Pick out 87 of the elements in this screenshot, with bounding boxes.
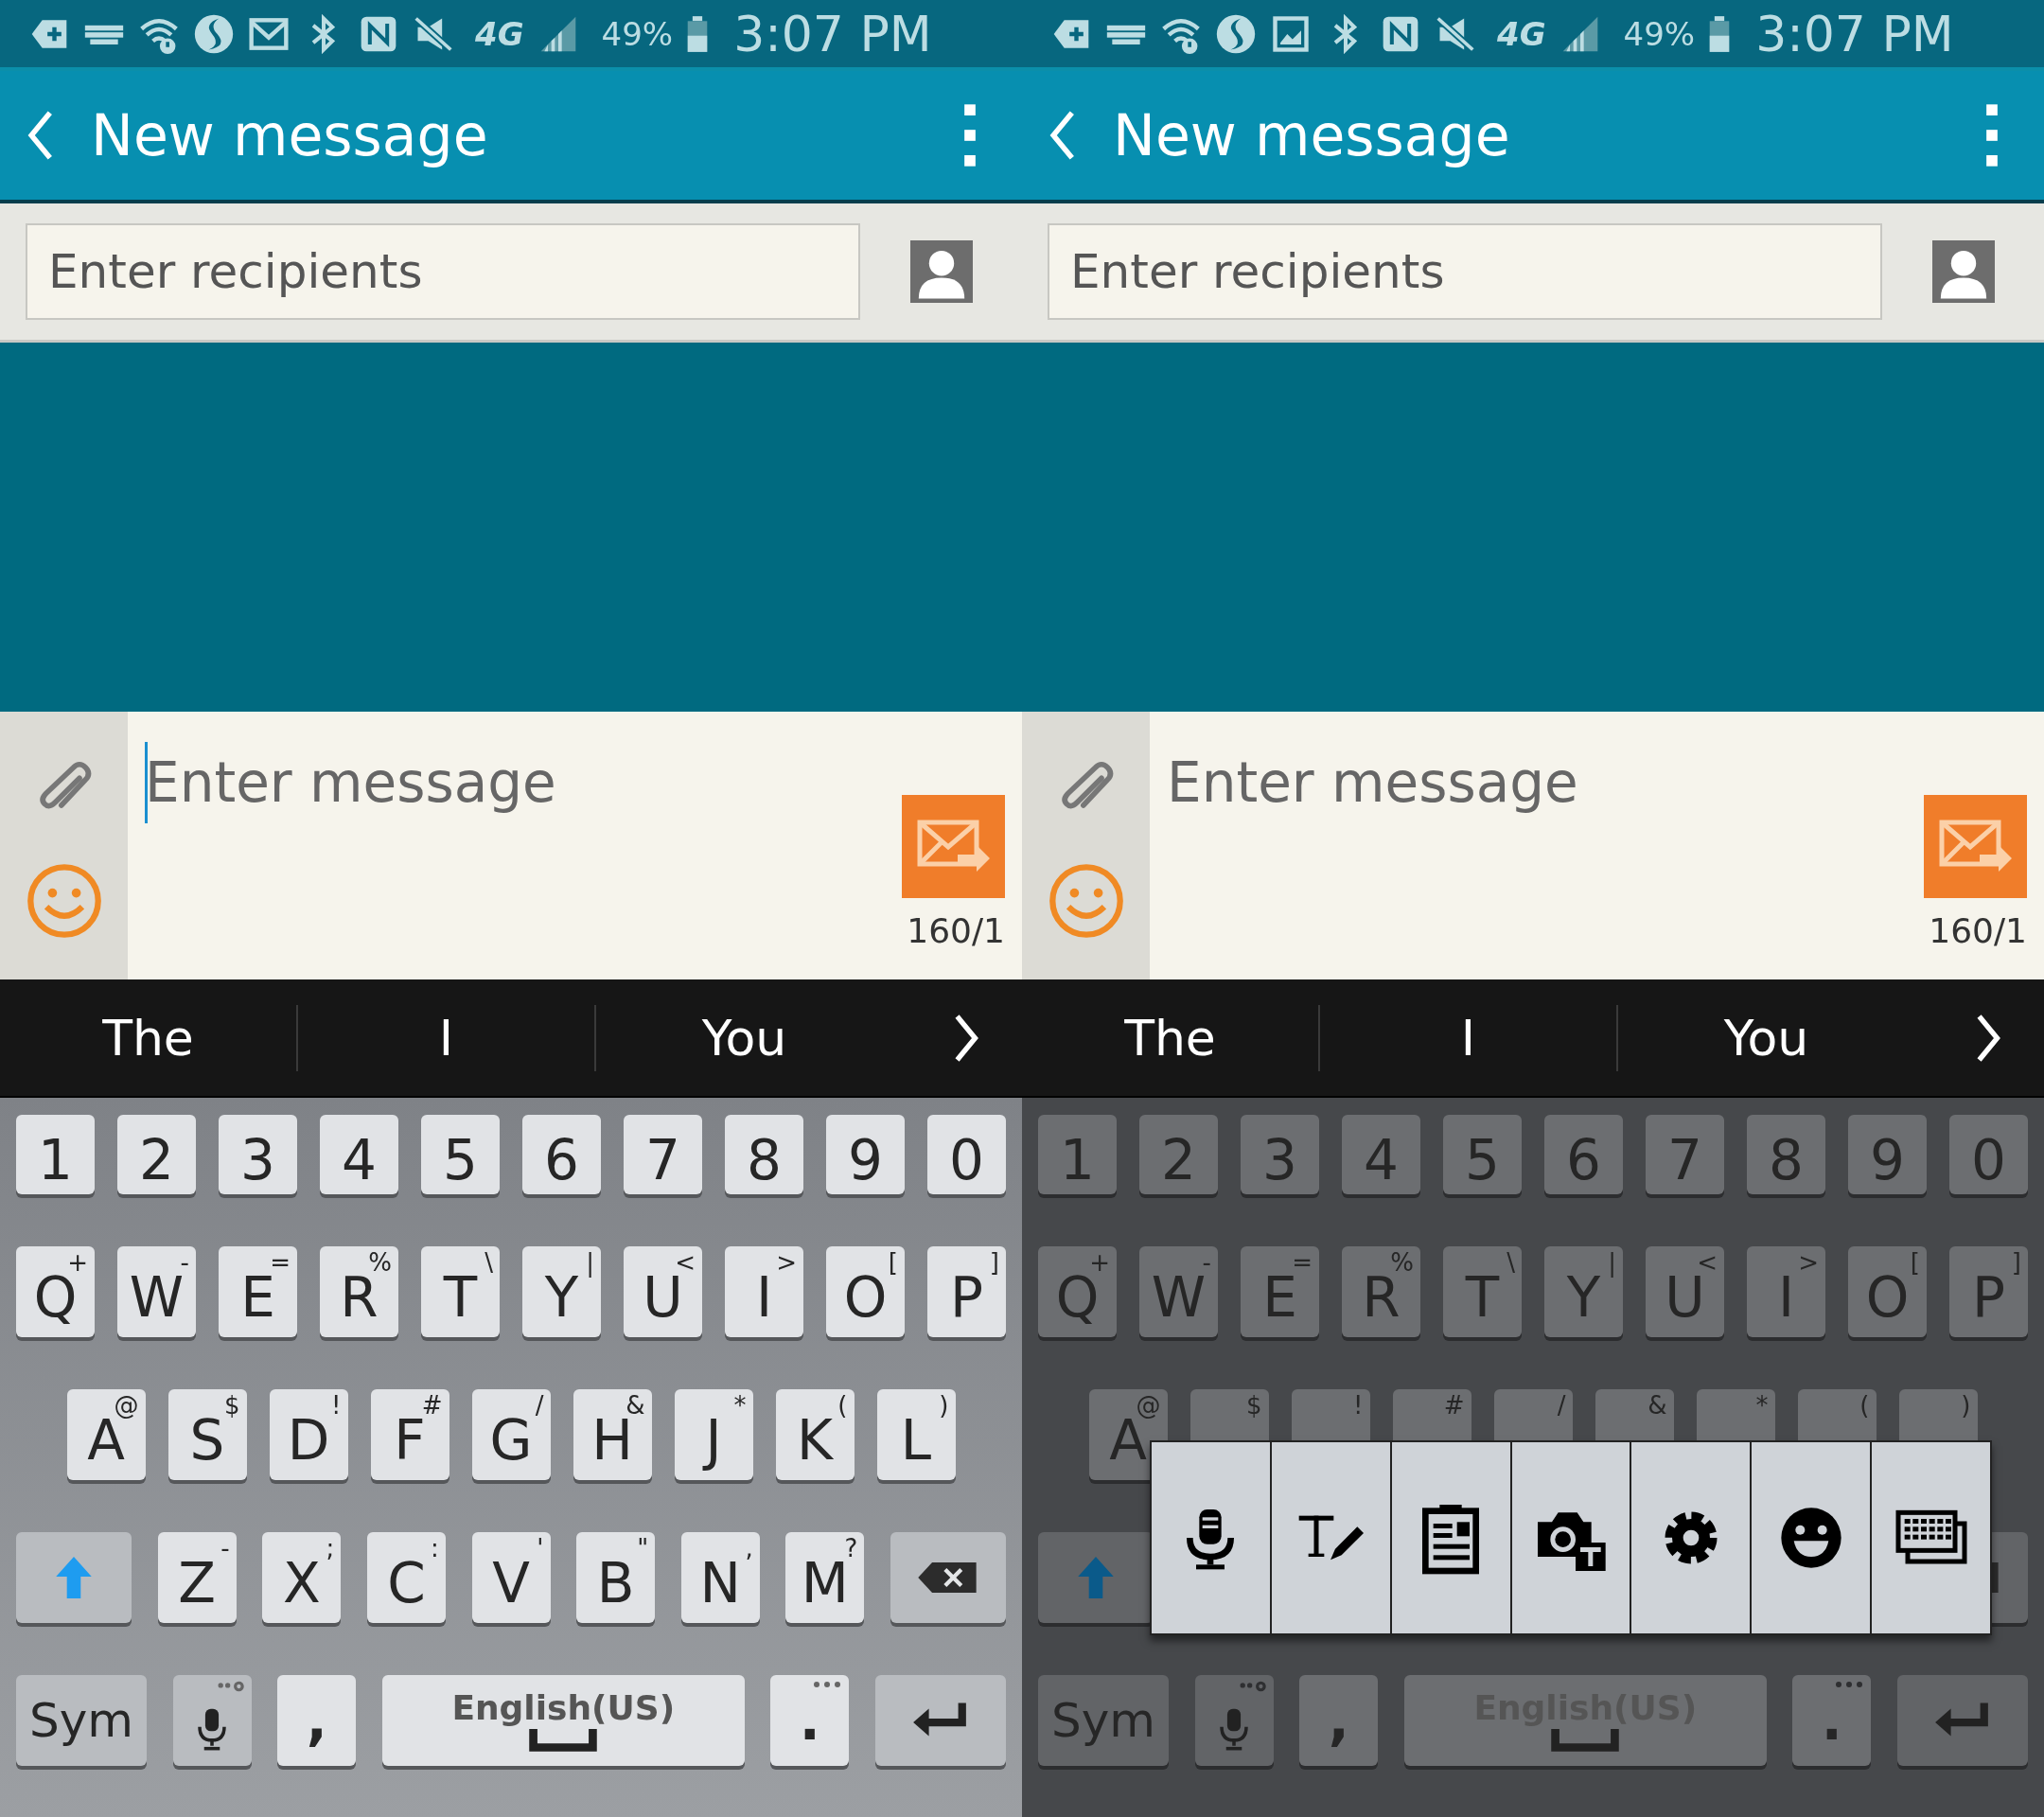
key-symbol: ! (331, 1391, 342, 1420)
s-logo-icon (193, 12, 235, 55)
clock: 3:07 PM (733, 5, 932, 62)
key-symbol: - (220, 1534, 230, 1562)
key-symbol: \ (1507, 1248, 1515, 1277)
suggestion[interactable]: The (1022, 979, 1318, 1096)
key-symbol: > (776, 1248, 797, 1277)
battery-icon (1708, 13, 1732, 54)
key-symbol: $ (1245, 1391, 1262, 1420)
key-symbol: / (1557, 1391, 1566, 1420)
key-symbol: < (675, 1248, 696, 1277)
overflow-menu-icon[interactable] (1985, 103, 1999, 168)
menu-option[interactable] (1269, 1442, 1390, 1633)
key-symbol: & (1648, 1391, 1667, 1420)
key-symbol: > (1798, 1248, 1819, 1277)
dots-icon (813, 1681, 842, 1688)
back-icon[interactable] (26, 109, 55, 162)
s-logo-icon (1215, 12, 1257, 55)
key-symbol: = (270, 1248, 291, 1277)
key-symbol: / (535, 1391, 544, 1420)
key-symbol: ] (989, 1248, 999, 1277)
contact-icon[interactable] (910, 240, 973, 303)
up-arrow-icon (1076, 1555, 1116, 1600)
network-type: 4G (1497, 14, 1546, 53)
key-symbol: ) (1961, 1391, 1971, 1420)
character-counter: 160/1 (1929, 911, 2027, 950)
key-symbol: - (1202, 1248, 1211, 1277)
battery-percent: 49% (1623, 14, 1696, 53)
key-symbol: ) (939, 1391, 949, 1420)
key-symbol: * (1755, 1391, 1769, 1420)
key-symbol: @ (114, 1391, 139, 1420)
key-symbol: " (637, 1534, 649, 1562)
key-symbol: | (1608, 1248, 1616, 1277)
recipients-field[interactable]: Enter recipients (26, 223, 860, 320)
key-symbol: ; (326, 1534, 335, 1562)
key-symbol: - (180, 1248, 189, 1277)
key-symbol: + (67, 1248, 88, 1277)
space-bar-icon (1549, 1728, 1622, 1754)
menu-option[interactable] (1750, 1442, 1871, 1633)
menu-option[interactable] (1630, 1442, 1751, 1633)
key-symbol: < (1697, 1248, 1718, 1277)
up-arrow-icon (54, 1555, 94, 1600)
key-symbol: # (1443, 1391, 1465, 1420)
suggestion[interactable]: You (1618, 979, 1914, 1096)
battery-icon (686, 13, 710, 54)
key-symbol: ( (1859, 1391, 1870, 1420)
back-icon[interactable] (1048, 109, 1077, 162)
contact-icon[interactable] (1932, 240, 1995, 303)
key-symbol: $ (223, 1391, 240, 1420)
key-symbol: & (626, 1391, 645, 1420)
key-symbol: , (745, 1534, 753, 1562)
backspace-icon (918, 1561, 978, 1595)
menu-option[interactable] (1870, 1442, 1990, 1633)
overflow-menu-icon[interactable] (963, 103, 977, 168)
dots-icon (1835, 1681, 1864, 1688)
key-symbol: ' (537, 1534, 544, 1562)
key-symbol: ! (1353, 1391, 1364, 1420)
key-symbol: * (733, 1391, 747, 1420)
key-symbol: ? (844, 1534, 858, 1562)
recipients-field[interactable]: Enter recipients (1048, 223, 1882, 320)
character-counter: 160/1 (907, 911, 1005, 950)
key-symbol: : (431, 1534, 439, 1562)
key-symbol: | (586, 1248, 594, 1277)
menu-option[interactable] (1152, 1442, 1270, 1633)
key-symbol: [ (1910, 1248, 1920, 1277)
space-bar-icon (527, 1728, 600, 1754)
suggestion[interactable]: I (298, 979, 594, 1096)
suggestion[interactable]: I (1320, 979, 1616, 1096)
screen-title: New message (91, 102, 489, 168)
key-symbol: @ (1136, 1391, 1161, 1420)
key-symbol: \ (485, 1248, 493, 1277)
suggestion[interactable]: You (596, 979, 892, 1096)
key-symbol: % (368, 1248, 392, 1277)
menu-option[interactable] (1389, 1442, 1510, 1633)
key-symbol: = (1292, 1248, 1313, 1277)
screen-title: New message (1113, 102, 1511, 168)
battery-percent: 49% (601, 14, 674, 53)
key-symbol: # (421, 1391, 443, 1420)
network-type: 4G (475, 14, 524, 53)
key-symbol: % (1390, 1248, 1414, 1277)
menu-option[interactable] (1509, 1442, 1630, 1633)
key-symbol: ] (2011, 1248, 2021, 1277)
key-symbol: [ (888, 1248, 898, 1277)
key-symbol: + (1089, 1248, 1110, 1277)
key-symbol: ( (837, 1391, 848, 1420)
suggestion[interactable]: The (0, 979, 296, 1096)
clock: 3:07 PM (1755, 5, 1954, 62)
